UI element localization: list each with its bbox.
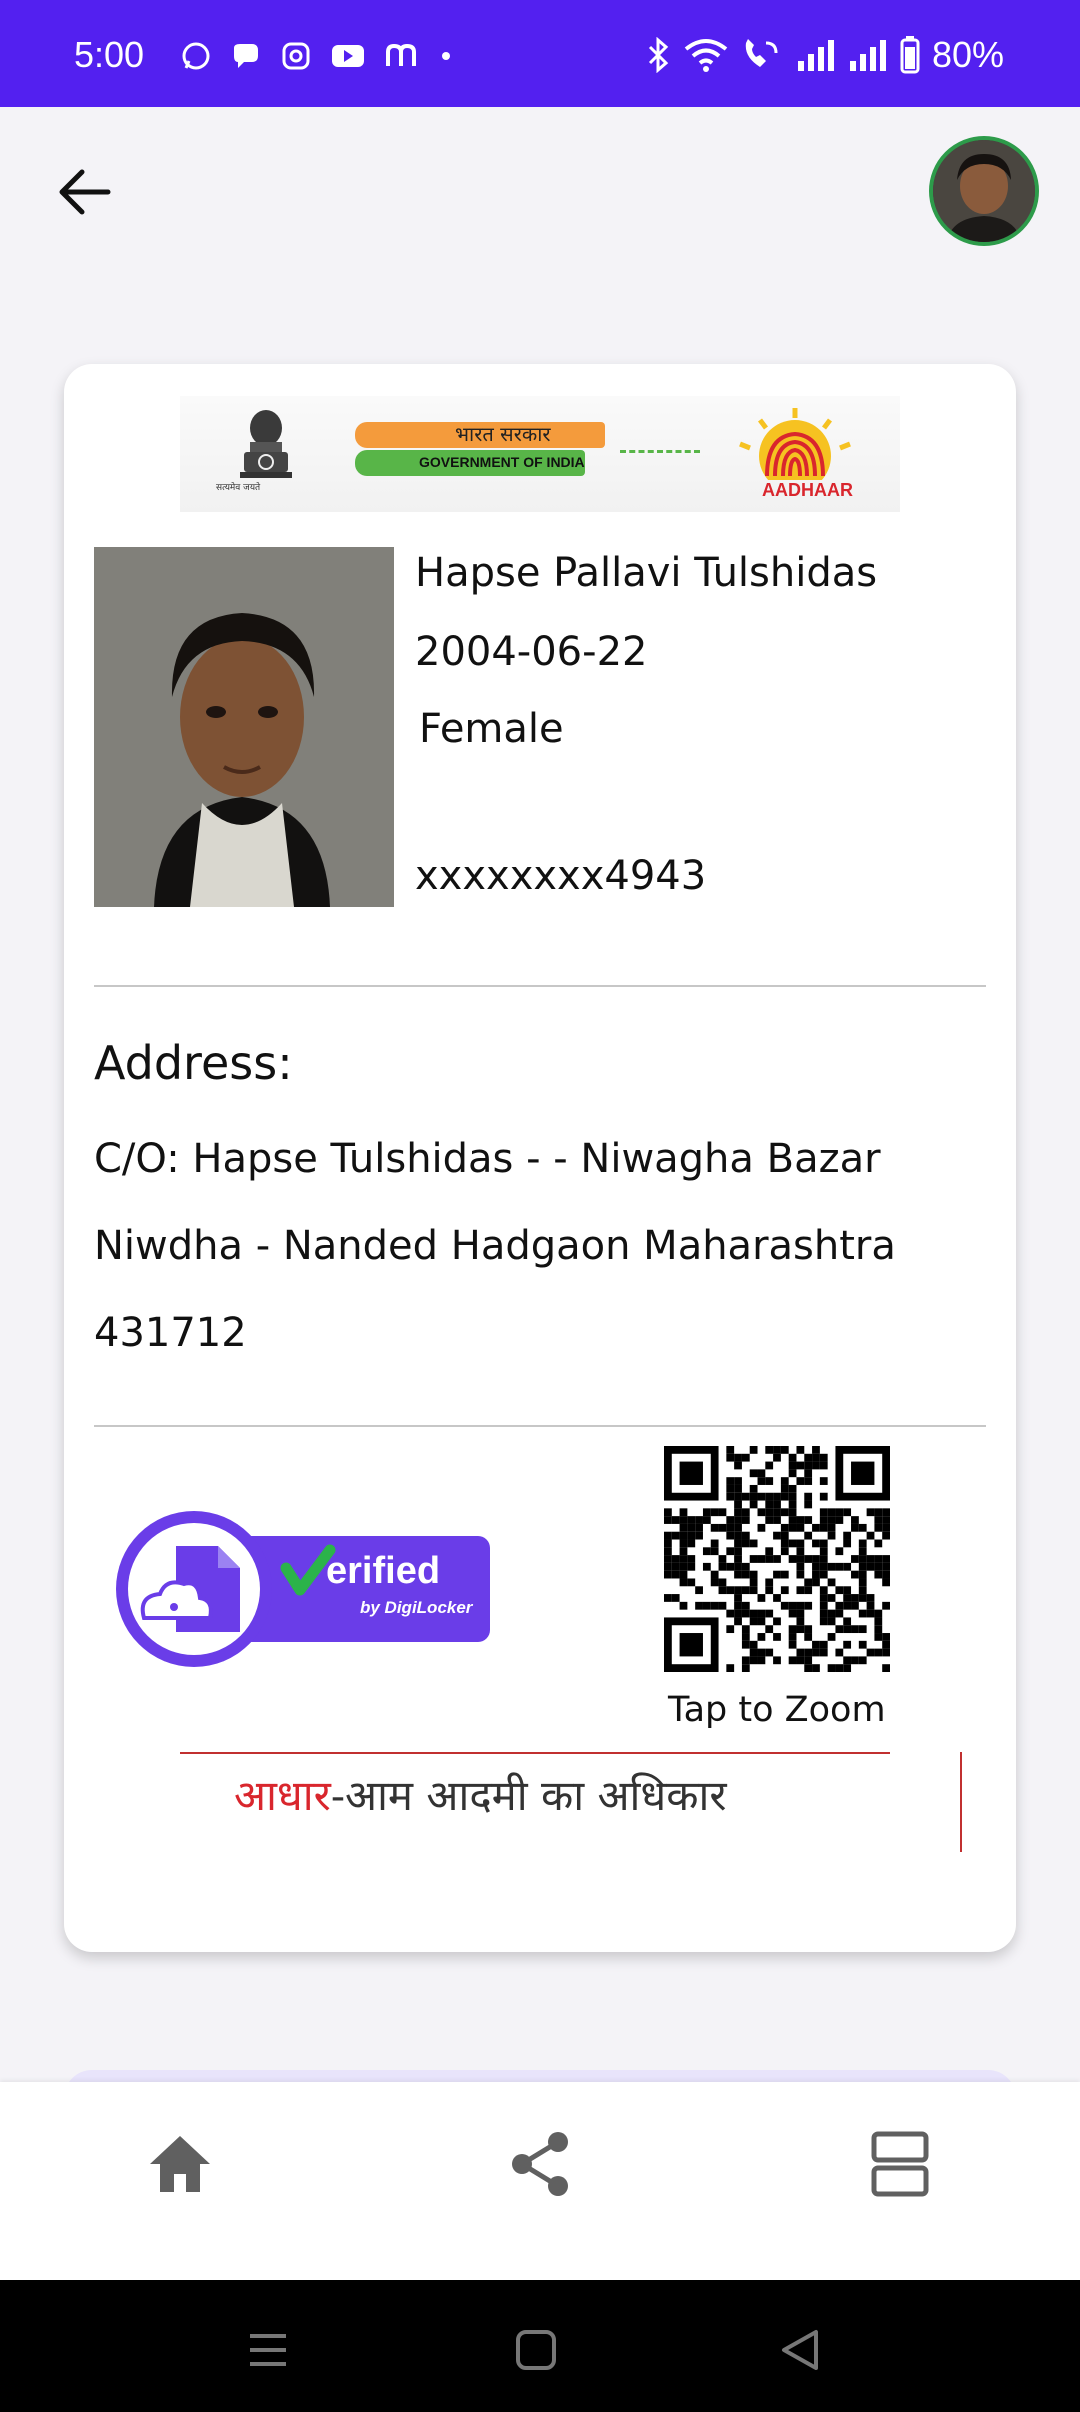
- menu-list-icon[interactable]: [860, 2124, 940, 2204]
- holder-name: Hapse Pallavi Tulshidas: [415, 550, 878, 596]
- slogan-rest: -आम आदमी का अधिकार: [330, 1771, 727, 1820]
- youtube-icon: [332, 45, 364, 67]
- digilocker-verified-badge: erified by DigiLocker: [114, 1510, 494, 1668]
- holder-photo[interactable]: [94, 547, 394, 907]
- banner-dashes: [620, 450, 700, 454]
- banner-hindi: भारत सरकार: [455, 422, 551, 446]
- divider: [94, 1425, 986, 1427]
- slogan-rule: [180, 1752, 890, 1754]
- m-app-icon: [386, 43, 416, 66]
- status-time: 5:00: [74, 34, 145, 75]
- home-button-icon[interactable]: [506, 2320, 566, 2380]
- tap-to-zoom-label[interactable]: Tap to Zoom: [668, 1690, 886, 1730]
- aadhaar-sun-icon: [739, 408, 851, 492]
- instagram-icon: [282, 42, 310, 70]
- recent-apps-icon[interactable]: [238, 2320, 298, 2380]
- back-arrow-icon[interactable]: [52, 160, 116, 224]
- battery-icon: [900, 36, 920, 74]
- dot-icon: [442, 52, 450, 60]
- holder-gender: Female: [419, 706, 564, 752]
- battery-level: 80%: [931, 34, 1004, 75]
- divider: [94, 985, 986, 987]
- aadhaar-card: सत्यमेव जयते भारत सरकार GOVERNMENT OF IN…: [64, 364, 1016, 1952]
- whatsapp-icon: [182, 42, 210, 70]
- system-navigation-bar: [0, 2280, 1080, 2412]
- back-button-icon[interactable]: [772, 2320, 832, 2380]
- verified-by: by DigiLocker: [360, 1598, 473, 1617]
- address-title: Address:: [94, 1036, 293, 1090]
- holder-uid: xxxxxxxx4943: [415, 853, 707, 899]
- home-icon[interactable]: [140, 2124, 220, 2204]
- slogan-edge-line: [960, 1752, 962, 1852]
- qr-code[interactable]: [664, 1446, 890, 1672]
- holder-dob: 2004-06-22: [415, 629, 648, 675]
- slogan-text: आधार-आम आदमी का अधिकार: [234, 1766, 727, 1823]
- address-text: C/O: Hapse Tulshidas - - Niwagha Bazar N…: [94, 1136, 896, 1356]
- bluetooth-icon: [648, 37, 669, 73]
- avatar-photo: [933, 140, 1035, 242]
- signal-icon: [849, 40, 886, 71]
- aadhaar-logo: AADHAAR: [720, 404, 870, 504]
- notification-icons: [180, 40, 456, 72]
- slogan-aadhaar: आधार: [234, 1771, 331, 1820]
- status-bar: 5:00 80%: [0, 0, 1080, 107]
- bottom-navigation: [0, 2082, 1080, 2280]
- aadhaar-slogan: आधार-आम आदमी का अधिकार: [180, 1752, 900, 1848]
- signal-icon: [797, 40, 834, 71]
- system-status: 80%: [644, 34, 1004, 76]
- emblem-caption: सत्यमेव जयते: [216, 483, 261, 493]
- chat-icon: [234, 44, 258, 68]
- avatar[interactable]: [929, 136, 1039, 246]
- wifi-call-icon: [745, 39, 778, 67]
- government-banner: सत्यमेव जयते भारत सरकार GOVERNMENT OF IN…: [180, 396, 900, 512]
- share-icon[interactable]: [500, 2124, 580, 2204]
- wifi-icon: [684, 39, 728, 72]
- verified-label: erified: [326, 1550, 441, 1592]
- tricolor-stripe: भारत सरकार GOVERNMENT OF INDIA: [355, 422, 615, 478]
- holder-photo-image: [94, 547, 394, 907]
- aadhaar-brand-text: AADHAAR: [762, 480, 853, 500]
- banner-english: GOVERNMENT OF INDIA: [419, 454, 585, 470]
